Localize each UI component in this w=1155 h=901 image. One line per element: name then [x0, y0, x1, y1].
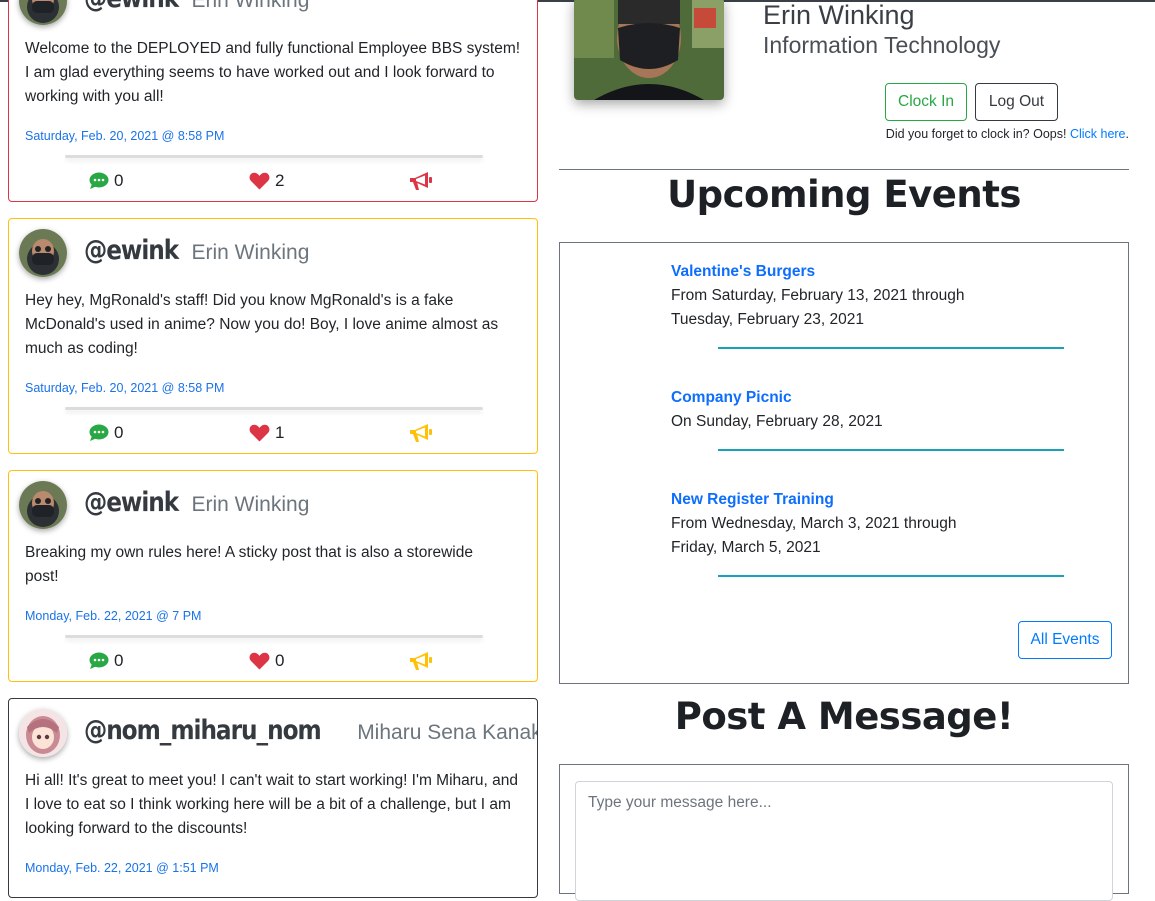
event-title[interactable]: New Register Training	[671, 488, 1091, 512]
announce-button[interactable]	[409, 171, 433, 191]
post-card: @ewink Erin Winking Hey hey, MgRonald's s…	[8, 218, 538, 454]
comment-button[interactable]: 0	[89, 423, 123, 443]
comment-count: 0	[114, 171, 124, 190]
events-panel: Valentine's Burgers From Saturday, Febru…	[559, 242, 1129, 684]
post-date: Saturday, Feb. 20, 2021 @ 8:58 PM	[25, 381, 225, 395]
post-handle[interactable]: @ewink	[84, 487, 179, 518]
post-text: Welcome to the DEPLOYED and fully functi…	[25, 40, 521, 105]
forgot-clock-in-notice: Did you forget to clock in? Oops! Click …	[886, 127, 1129, 141]
event-title[interactable]: Company Picnic	[671, 386, 1091, 410]
avatar[interactable]	[19, 229, 67, 277]
comment-icon	[89, 652, 109, 669]
forgot-text-tail: .	[1125, 127, 1129, 141]
profile-name: Erin Winking	[763, 0, 915, 30]
heart-icon	[249, 652, 270, 670]
post-date: Saturday, Feb. 20, 2021 @ 8:58 PM	[25, 129, 225, 143]
message-panel	[559, 764, 1129, 901]
event-divider	[718, 449, 1064, 451]
announce-button[interactable]	[409, 423, 433, 443]
megaphone-icon	[410, 424, 432, 442]
megaphone-icon	[410, 172, 432, 190]
event-divider	[718, 575, 1064, 577]
profile-photo	[574, 0, 724, 100]
post-divider	[65, 407, 483, 410]
comment-button[interactable]: 0	[89, 651, 123, 671]
heart-icon	[249, 424, 270, 442]
like-button[interactable]: 2	[249, 171, 284, 191]
post-handle[interactable]: @nom_miharu_nom	[84, 715, 322, 746]
post-date: Monday, Feb. 22, 2021 @ 7 PM	[25, 609, 202, 623]
announce-button[interactable]	[409, 651, 433, 671]
avatar[interactable]	[19, 0, 67, 25]
like-count: 0	[275, 651, 285, 670]
forgot-clock-in-link[interactable]: Click here	[1070, 127, 1126, 141]
clock-in-button[interactable]: Clock In	[885, 83, 967, 121]
post-text: Breaking my own rules here! A sticky pos…	[25, 544, 473, 585]
post-card: @nom_miharu_nom Miharu Sena Kanaka Hi all…	[8, 698, 538, 898]
post-author: @ewink Erin Winking	[84, 235, 309, 266]
avatar[interactable]	[19, 709, 67, 757]
post-divider	[65, 635, 483, 638]
comment-button[interactable]: 0	[89, 171, 123, 191]
section-divider	[559, 169, 1129, 170]
post-text: Hey hey, MgRonald's staff! Did you know …	[25, 292, 499, 357]
event-dates: On Sunday, February 28, 2021	[671, 413, 883, 430]
event-dates: Tuesday, February 23, 2021	[671, 311, 865, 328]
all-events-button[interactable]: All Events	[1018, 621, 1112, 659]
log-out-button[interactable]: Log Out	[975, 83, 1058, 121]
forgot-text: Did you forget to clock in? Oops!	[885, 127, 1067, 141]
event-item: Valentine's Burgers From Saturday, Febru…	[671, 260, 1091, 332]
post-text: Hi all! It's great to meet you! I can't …	[25, 772, 519, 837]
event-item: New Register Training From Wednesday, Ma…	[671, 488, 1091, 560]
event-dates: From Wednesday, March 3, 2021 through	[671, 515, 957, 532]
like-count: 1	[275, 423, 285, 442]
post-handle[interactable]: @ewink	[84, 235, 179, 266]
message-input[interactable]	[575, 781, 1113, 901]
event-dates: Friday, March 5, 2021	[671, 539, 821, 556]
megaphone-icon	[410, 652, 432, 670]
post-card: @ewink Erin Winking Breaking my own rules…	[8, 470, 538, 682]
post-date: Monday, Feb. 22, 2021 @ 1:51 PM	[25, 861, 219, 875]
post-author: @ewink Erin Winking	[84, 0, 309, 14]
post-author-name: Miharu Sena Kanaka	[357, 721, 538, 744]
post-author-name: Erin Winking	[191, 241, 310, 264]
post-author-name: Erin Winking	[191, 0, 310, 12]
comment-icon	[89, 172, 109, 189]
like-button[interactable]: 0	[249, 651, 284, 671]
post-card: @ewink Erin Winking Welcome to the DEPLOY…	[8, 0, 538, 202]
post-divider	[65, 155, 483, 158]
post-message-heading: Post A Message!	[674, 695, 1014, 738]
comment-icon	[89, 424, 109, 441]
post-author: @ewink Erin Winking	[84, 487, 309, 518]
event-divider	[718, 347, 1064, 349]
post-handle[interactable]: @ewink	[84, 0, 179, 14]
like-button[interactable]: 1	[249, 423, 284, 443]
heart-icon	[249, 172, 270, 190]
post-author-name: Erin Winking	[191, 493, 310, 516]
event-item: Company Picnic On Sunday, February 28, 2…	[671, 386, 1091, 434]
avatar[interactable]	[19, 481, 67, 529]
event-title[interactable]: Valentine's Burgers	[671, 260, 1091, 284]
profile-department: Information Technology	[763, 32, 1001, 58]
comment-count: 0	[114, 423, 124, 442]
event-dates: From Saturday, February 13, 2021 through	[671, 287, 965, 304]
post-author: @nom_miharu_nom Miharu Sena Kanaka	[84, 715, 538, 746]
upcoming-events-heading: Upcoming Events	[667, 173, 1021, 216]
comment-count: 0	[114, 651, 124, 670]
like-count: 2	[275, 171, 285, 190]
